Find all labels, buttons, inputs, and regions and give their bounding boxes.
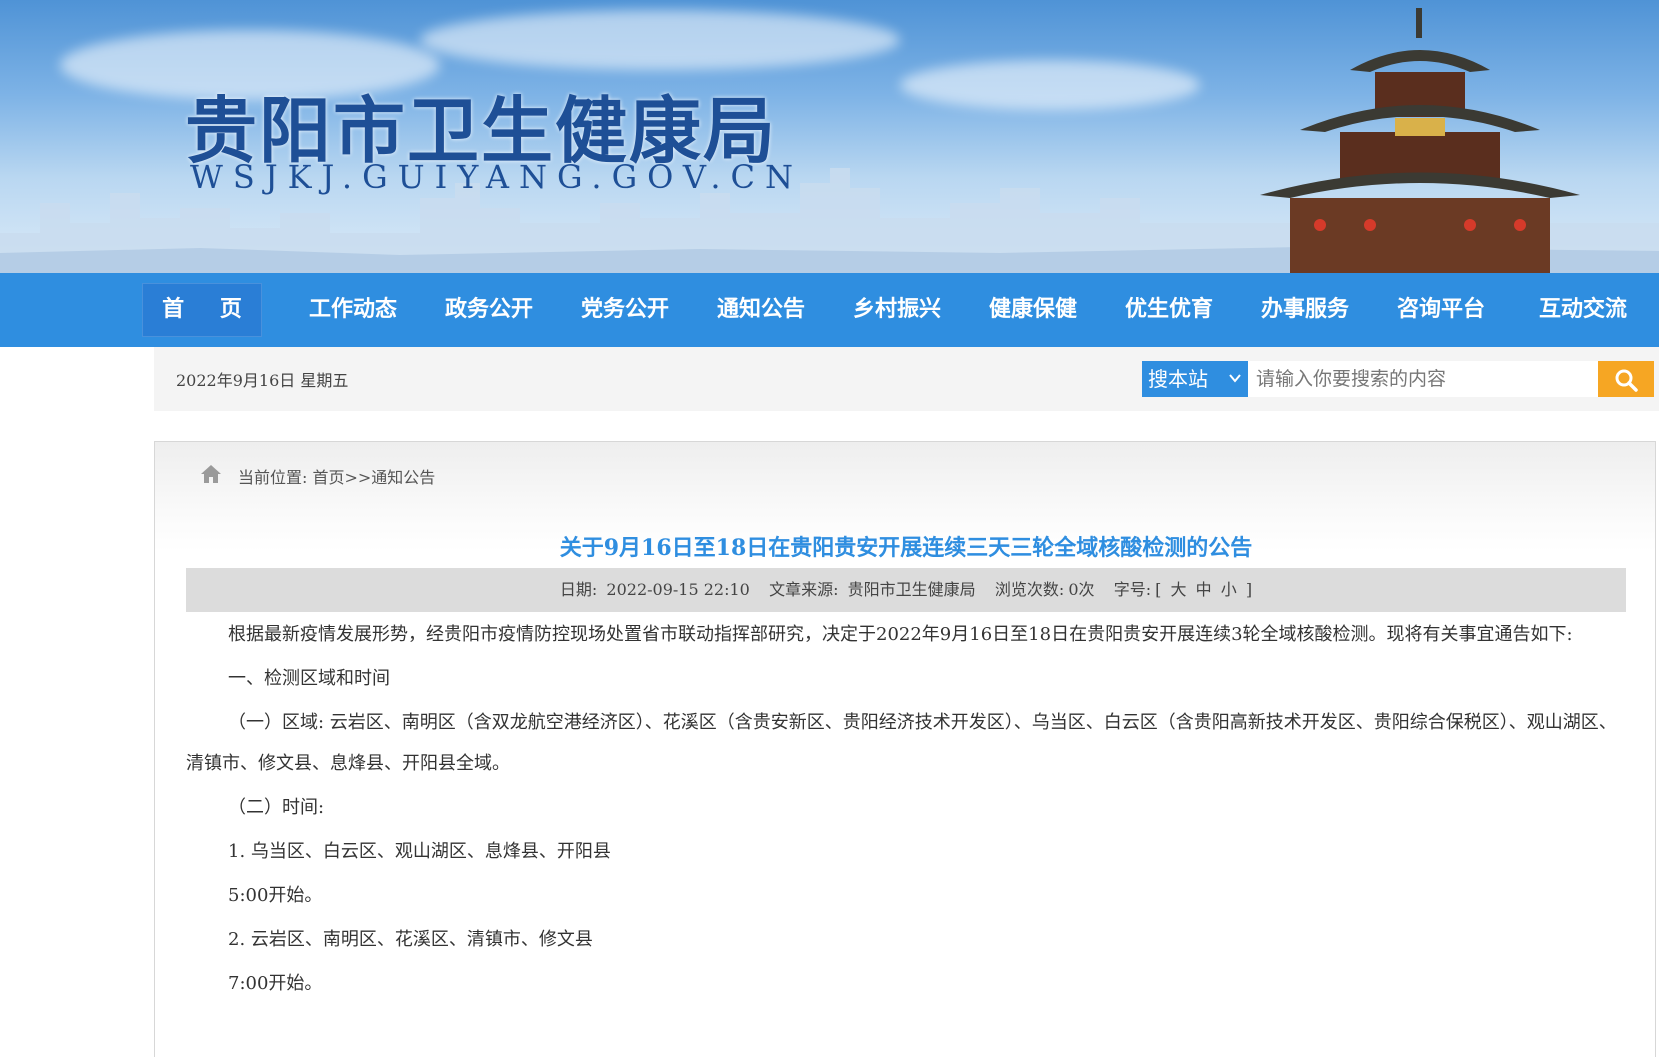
font-size-small-button[interactable]: 小 <box>1221 580 1237 599</box>
search-scope-label: 搜本站 <box>1148 367 1208 391</box>
jiaxiu-pavilion-graphic <box>1260 8 1580 273</box>
nav-item-notices[interactable]: 通知公告 <box>698 273 824 347</box>
nav-item-health-care[interactable]: 健康保健 <box>970 273 1096 347</box>
banner-cloud <box>420 10 900 70</box>
article-paragraph: （一）区域: 云岩区、南明区（含双龙航空港经济区）、花溪区（含贵安新区、贵阳经济… <box>186 712 1617 774</box>
article-paragraph: 一、检测区域和时间 <box>228 668 390 689</box>
meta-views-label: 浏览次数: <box>994 580 1065 599</box>
meta-date: 2022-09-15 22:10 <box>606 580 750 599</box>
site-domain: WSJKJ.GUIYANG.GOV.CN <box>190 158 803 196</box>
search-icon <box>1615 369 1638 392</box>
content-panel: 当前位置: 首页>>通知公告 关于9月16日至18日在贵阳贵安开展连续三天三轮全… <box>154 441 1656 1057</box>
nav-item-consultation[interactable]: 咨询平台 <box>1378 273 1504 347</box>
search-input[interactable] <box>1248 361 1598 397</box>
meta-views: 0次 <box>1068 580 1095 599</box>
chevron-down-icon <box>1229 374 1241 383</box>
nav-item-work-news[interactable]: 工作动态 <box>290 273 416 347</box>
nav-item-home[interactable]: 首 页 <box>142 283 262 337</box>
article-paragraph: （二）时间: <box>228 797 325 818</box>
bracket-open: [ <box>1155 580 1162 599</box>
article-paragraph: 2. 云岩区、南明区、花溪区、清镇市、修文县 <box>228 929 593 950</box>
banner-cloud <box>900 60 1200 110</box>
article-paragraph: 7:00开始。 <box>228 973 323 994</box>
header-banner: 贵阳市卫生健康局 WSJKJ.GUIYANG.GOV.CN <box>0 0 1659 273</box>
font-size-medium-button[interactable]: 中 <box>1196 580 1212 599</box>
nav-item-party-affairs[interactable]: 党务公开 <box>562 273 688 347</box>
nav-item-eugenics[interactable]: 优生优育 <box>1106 273 1232 347</box>
nav-item-rural-revitalization[interactable]: 乡村振兴 <box>834 273 960 347</box>
meta-source-label: 文章来源: <box>769 580 839 599</box>
font-size-large-button[interactable]: 大 <box>1171 580 1187 599</box>
article-meta: 日期: 2022-09-15 22:10 文章来源: 贵阳市卫生健康局 浏览次数… <box>186 568 1626 612</box>
current-date: 2022年9月16日 星期五 <box>176 371 349 390</box>
article-paragraph: 5:00开始。 <box>228 885 323 906</box>
main-nav: 首 页 工作动态 政务公开 党务公开 通知公告 乡村振兴 健康保健 优生优育 办… <box>0 273 1659 347</box>
search-button[interactable] <box>1598 361 1654 397</box>
home-icon <box>201 465 221 483</box>
meta-date-label: 日期: <box>559 580 598 599</box>
article-paragraph: 1. 乌当区、白云区、观山湖区、息烽县、开阳县 <box>228 841 611 862</box>
nav-item-interaction[interactable]: 互动交流 <box>1514 273 1652 347</box>
meta-fontsize-label: 字号: <box>1113 580 1152 599</box>
article-body: 根据最新疫情发展形势，经贵阳市疫情防控现场处置省市联动指挥部研究，决定于2022… <box>186 614 1626 1007</box>
bracket-close: ] <box>1245 580 1253 599</box>
info-search-bar: 2022年9月16日 星期五 搜本站 <box>154 347 1659 411</box>
article-paragraph: 根据最新疫情发展形势，经贵阳市疫情防控现场处置省市联动指挥部研究，决定于2022… <box>228 624 1573 645</box>
nav-item-services[interactable]: 办事服务 <box>1242 273 1368 347</box>
meta-source: 贵阳市卫生健康局 <box>847 580 976 599</box>
breadcrumb-text[interactable]: 当前位置: 首页>>通知公告 <box>238 464 435 488</box>
search-scope-select[interactable]: 搜本站 <box>1142 361 1248 397</box>
article-title: 关于9月16日至18日在贵阳贵安开展连续三天三轮全域核酸检测的公告 <box>559 535 1253 561</box>
nav-item-government-affairs[interactable]: 政务公开 <box>426 273 552 347</box>
